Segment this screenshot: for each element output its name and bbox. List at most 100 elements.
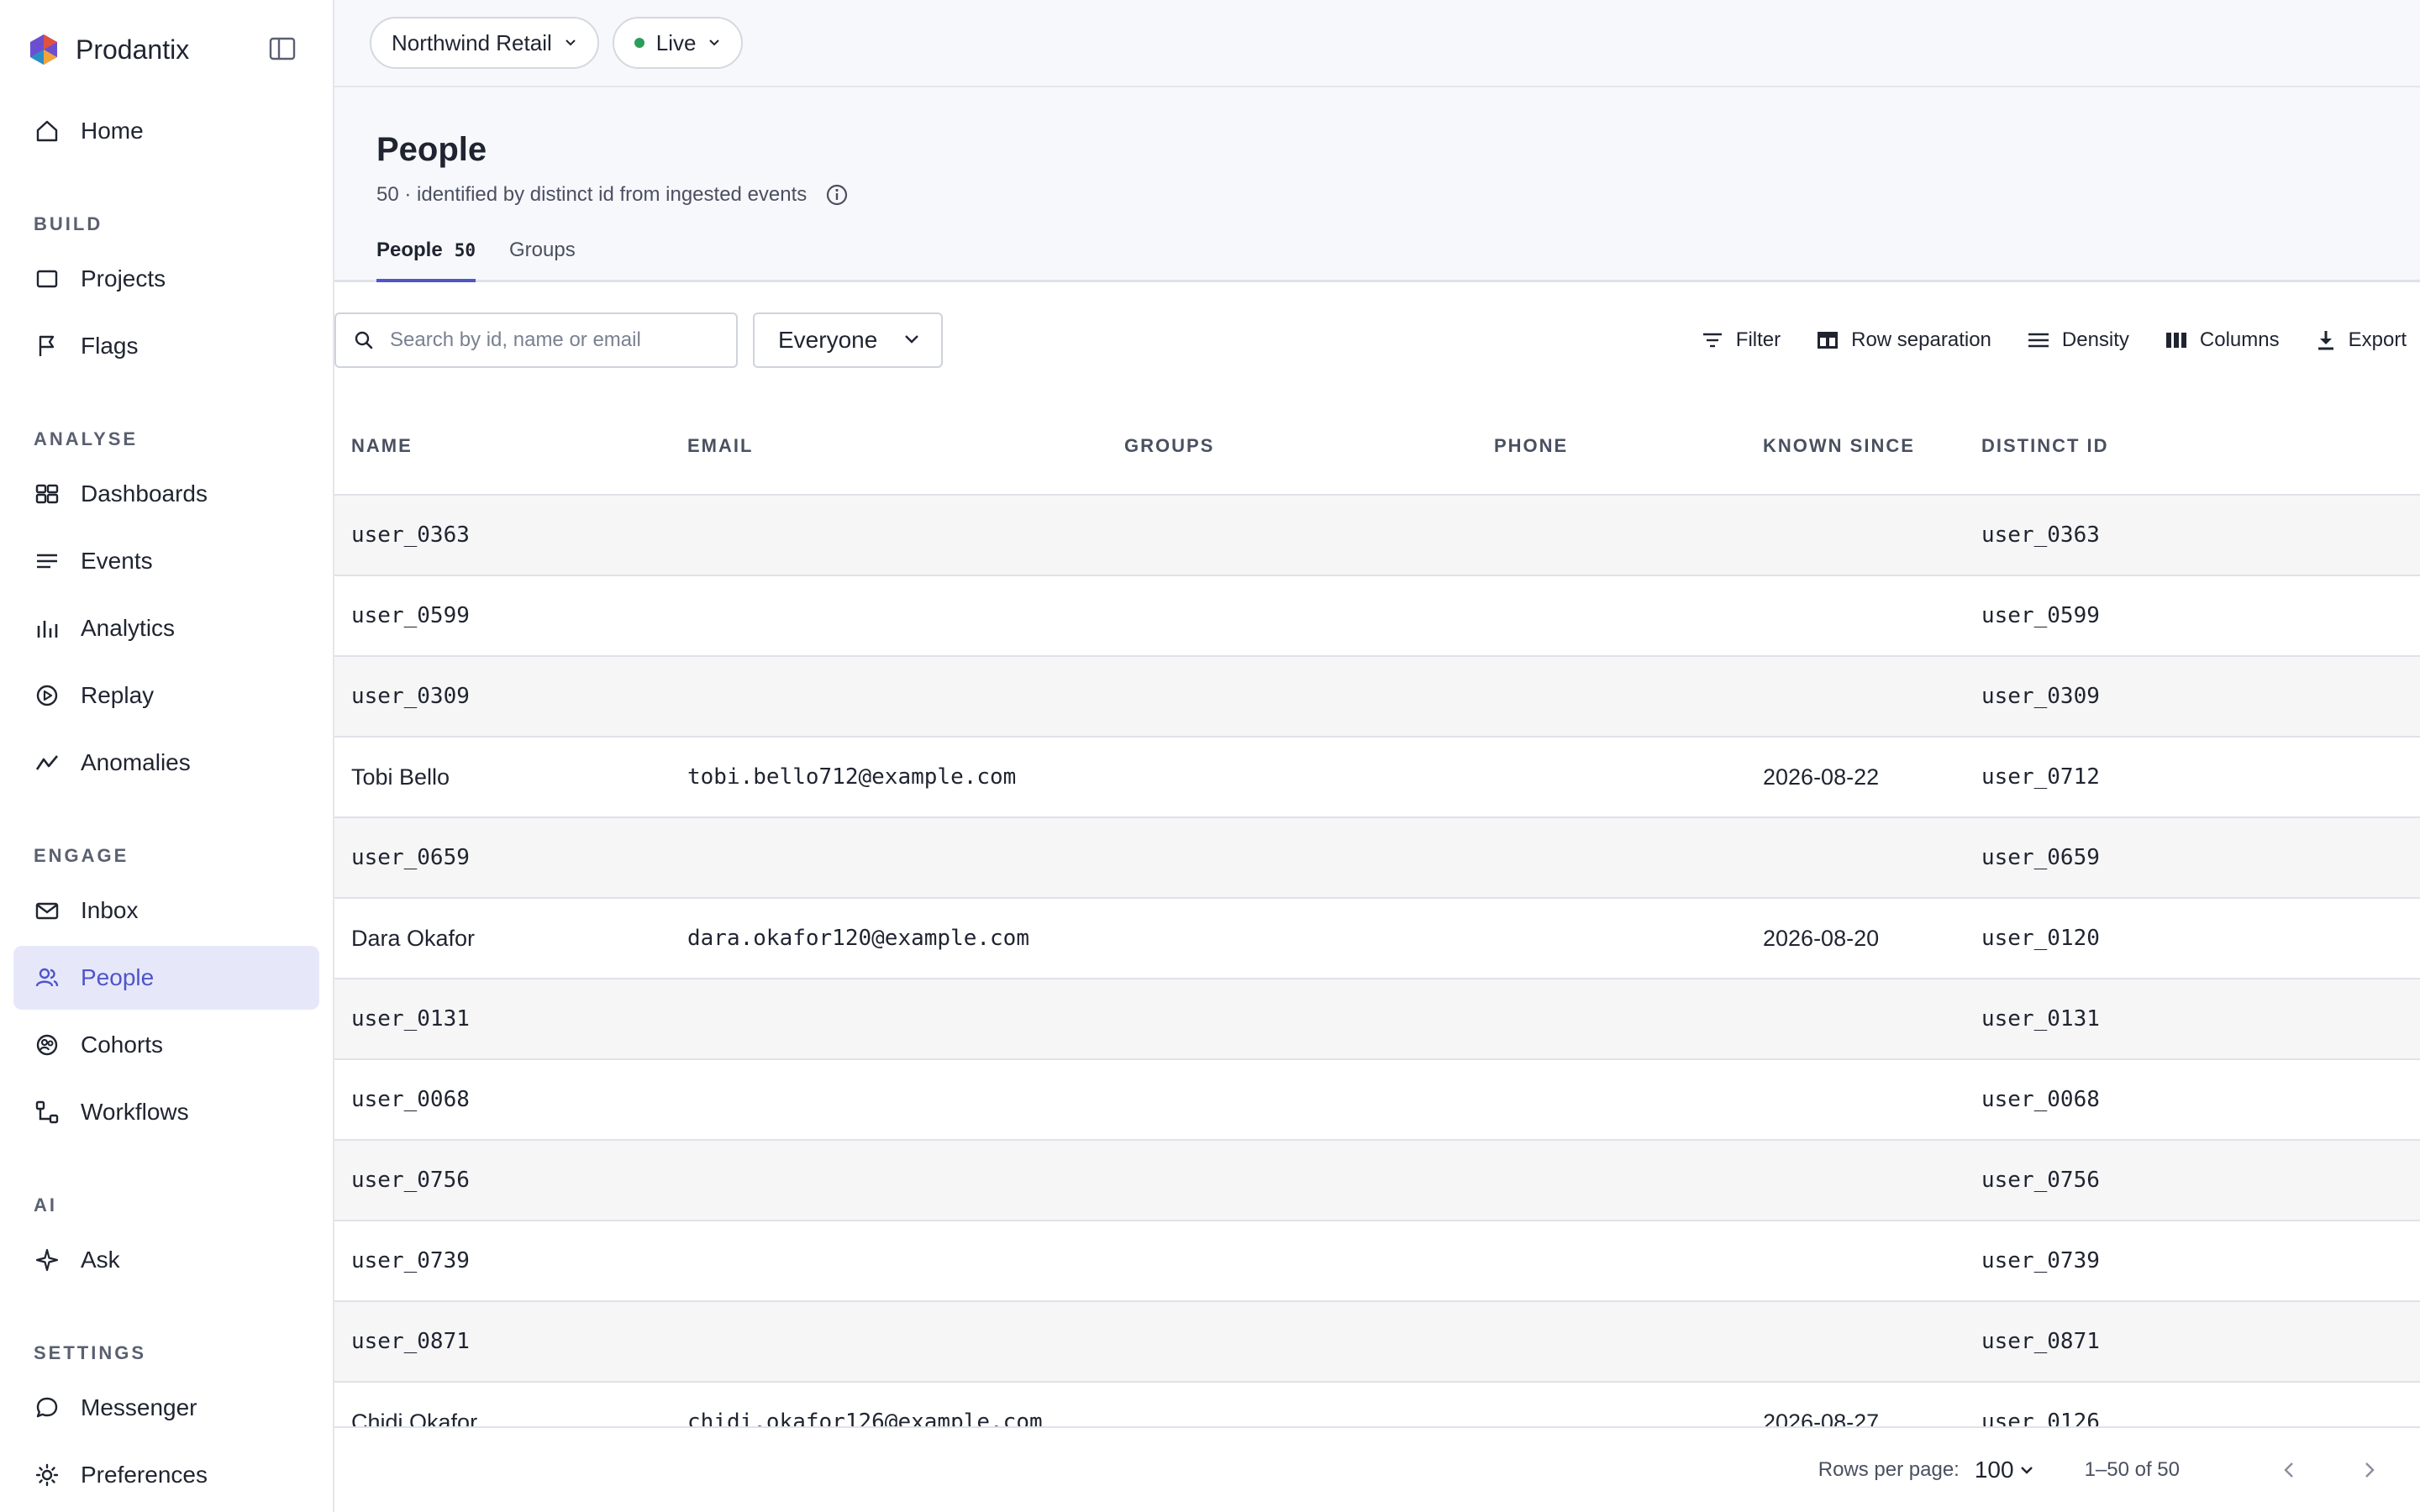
sidebar-item-projects[interactable]: Projects [13,247,319,311]
sidebar-item-label: Home [81,118,144,144]
filter-button[interactable]: Filter [1701,328,1781,352]
search-input[interactable] [390,328,726,352]
sidebar-item-cohorts[interactable]: Cohorts [13,1013,319,1077]
topbar: Northwind Retail Live [334,0,2420,87]
play-circle-icon [34,682,60,709]
sidebar-section-engage: ENGAGE [34,845,129,866]
table-row[interactable]: user_0871 user_0871 [334,1302,2420,1383]
info-icon[interactable] [825,183,849,207]
segment-value: Everyone [778,327,878,353]
table-footer: Rows per page: 100 1–50 of 50 [334,1426,2420,1512]
cell-distinct-id: user_0659 [1981,845,2100,870]
brand-name: Prodantix [76,34,190,65]
tab-groups[interactable]: Groups [509,232,576,282]
workspace-selector[interactable]: Northwind Retail [370,17,599,69]
cell-distinct-id: user_0712 [1981,764,2100,790]
search-box [334,312,738,368]
chevron-down-icon [566,39,576,46]
next-page-button[interactable] [2353,1453,2386,1487]
sidebar-item-inbox[interactable]: Inbox [13,879,319,942]
collapse-sidebar-button[interactable] [267,35,297,62]
filter-icon [1701,330,1724,350]
square-icon [34,265,60,292]
toolbar-actions: Filter Row separation Density Columns Ex… [1665,312,2407,368]
table-row[interactable]: user_0739 user_0739 [334,1221,2420,1302]
sidebar-item-flags[interactable]: Flags [13,314,319,378]
chat-icon [34,1394,60,1421]
rows-per-page-label: Rows per page: [1818,1458,1960,1481]
sidebar-item-ask[interactable]: Ask [13,1228,319,1292]
column-header-email[interactable]: EMAIL [687,435,753,457]
cell-email: dara.okafor120@example.com [687,926,1029,951]
column-header-phone[interactable]: PHONE [1494,435,1568,457]
sidebar-item-label: Workflows [81,1099,189,1125]
sidebar-item-anomalies[interactable]: Anomalies [13,731,319,795]
sidebar-item-workflows[interactable]: Workflows [13,1080,319,1144]
prev-page-button[interactable] [2272,1453,2306,1487]
row-separation-button[interactable]: Row separation [1816,328,1991,352]
column-header-groups[interactable]: GROUPS [1124,435,1214,457]
cell-name: user_0756 [351,1168,470,1193]
cohort-icon [34,1032,60,1058]
table-row[interactable]: user_0131 user_0131 [334,979,2420,1060]
tab-label: Groups [509,239,576,261]
search-icon [355,331,373,349]
table-row[interactable]: user_0599 user_0599 [334,576,2420,657]
sidebar-item-preferences[interactable]: Preferences [13,1443,319,1507]
environment-name: Live [655,29,697,55]
main-content: Northwind Retail Live People 50 · identi… [334,0,2420,1512]
table-row[interactable]: user_0309 user_0309 [334,657,2420,738]
cell-name: user_0659 [351,845,470,870]
columns-button[interactable]: Columns [2165,328,2280,352]
page-title: People [376,131,487,168]
cell-name: user_0599 [351,603,470,628]
segment-select[interactable]: Everyone [753,312,943,368]
rows-per-page-value: 100 [1974,1457,2014,1483]
cell-name: Dara Okafor [351,925,476,951]
cell-name: user_0309 [351,684,470,709]
environment-selector[interactable]: Live [612,17,744,69]
list-icon [34,548,60,575]
tab-count: 50 [454,240,476,260]
sidebar-item-analytics[interactable]: Analytics [13,596,319,660]
table-row[interactable]: user_0659 user_0659 [334,818,2420,899]
sidebar-item-label: Replay [81,682,155,708]
column-header-name[interactable]: NAME [351,435,413,457]
table-header: NAME EMAIL GROUPS PHONE KNOWN SINCE DIST… [334,398,2420,496]
table-row[interactable]: user_0756 user_0756 [334,1141,2420,1221]
density-button[interactable]: Density [2027,328,2129,352]
table-row[interactable]: Tobi Bello tobi.bello712@example.com 2026-… [334,738,2420,818]
chevron-right-icon [2365,1462,2375,1478]
cell-distinct-id: user_0363 [1981,522,2100,548]
tab-people[interactable]: People 50 [376,232,476,282]
pagination-range: 1–50 of 50 [2084,1458,2180,1481]
rows-per-page-select[interactable]: 100 [1975,1457,2034,1483]
people-table: NAME EMAIL GROUPS PHONE KNOWN SINCE DIST… [334,398,2420,1463]
cell-known-since: 2026-08-20 [1763,925,1880,951]
column-header-known-since[interactable]: KNOWN SINCE [1763,435,1915,457]
cell-name: user_0068 [351,1087,470,1112]
cell-distinct-id: user_0756 [1981,1168,2100,1193]
columns-label: Columns [2199,328,2280,351]
cell-email: tobi.bello712@example.com [687,764,1017,790]
tabs: People 50 Groups [376,232,609,282]
sidebar-item-dashboards[interactable]: Dashboards [13,462,319,526]
cell-name: user_0739 [351,1248,470,1273]
column-header-distinct-id[interactable]: DISTINCT ID [1981,435,2109,457]
sidebar-item-label: Messenger [81,1394,197,1420]
sidebar-item-messenger[interactable]: Messenger [13,1376,319,1440]
cell-distinct-id: user_0068 [1981,1087,2100,1112]
pagination [2225,1453,2386,1487]
sidebar-item-label: Preferences [81,1462,208,1488]
density-label: Density [2061,328,2129,351]
live-status-dot [634,38,644,48]
table-row[interactable]: Dara Okafor dara.okafor120@example.com 202… [334,899,2420,979]
sidebar-item-replay[interactable]: Replay [13,664,319,727]
export-button[interactable]: Export [2315,328,2407,352]
table-row[interactable]: user_0363 user_0363 [334,496,2420,576]
sidebar-item-people[interactable]: People [13,946,319,1010]
sidebar-item-events[interactable]: Events [13,529,319,593]
table-row[interactable]: user_0068 user_0068 [334,1060,2420,1141]
cell-distinct-id: user_0871 [1981,1329,2100,1354]
sidebar-item-home[interactable]: Home [13,99,319,163]
